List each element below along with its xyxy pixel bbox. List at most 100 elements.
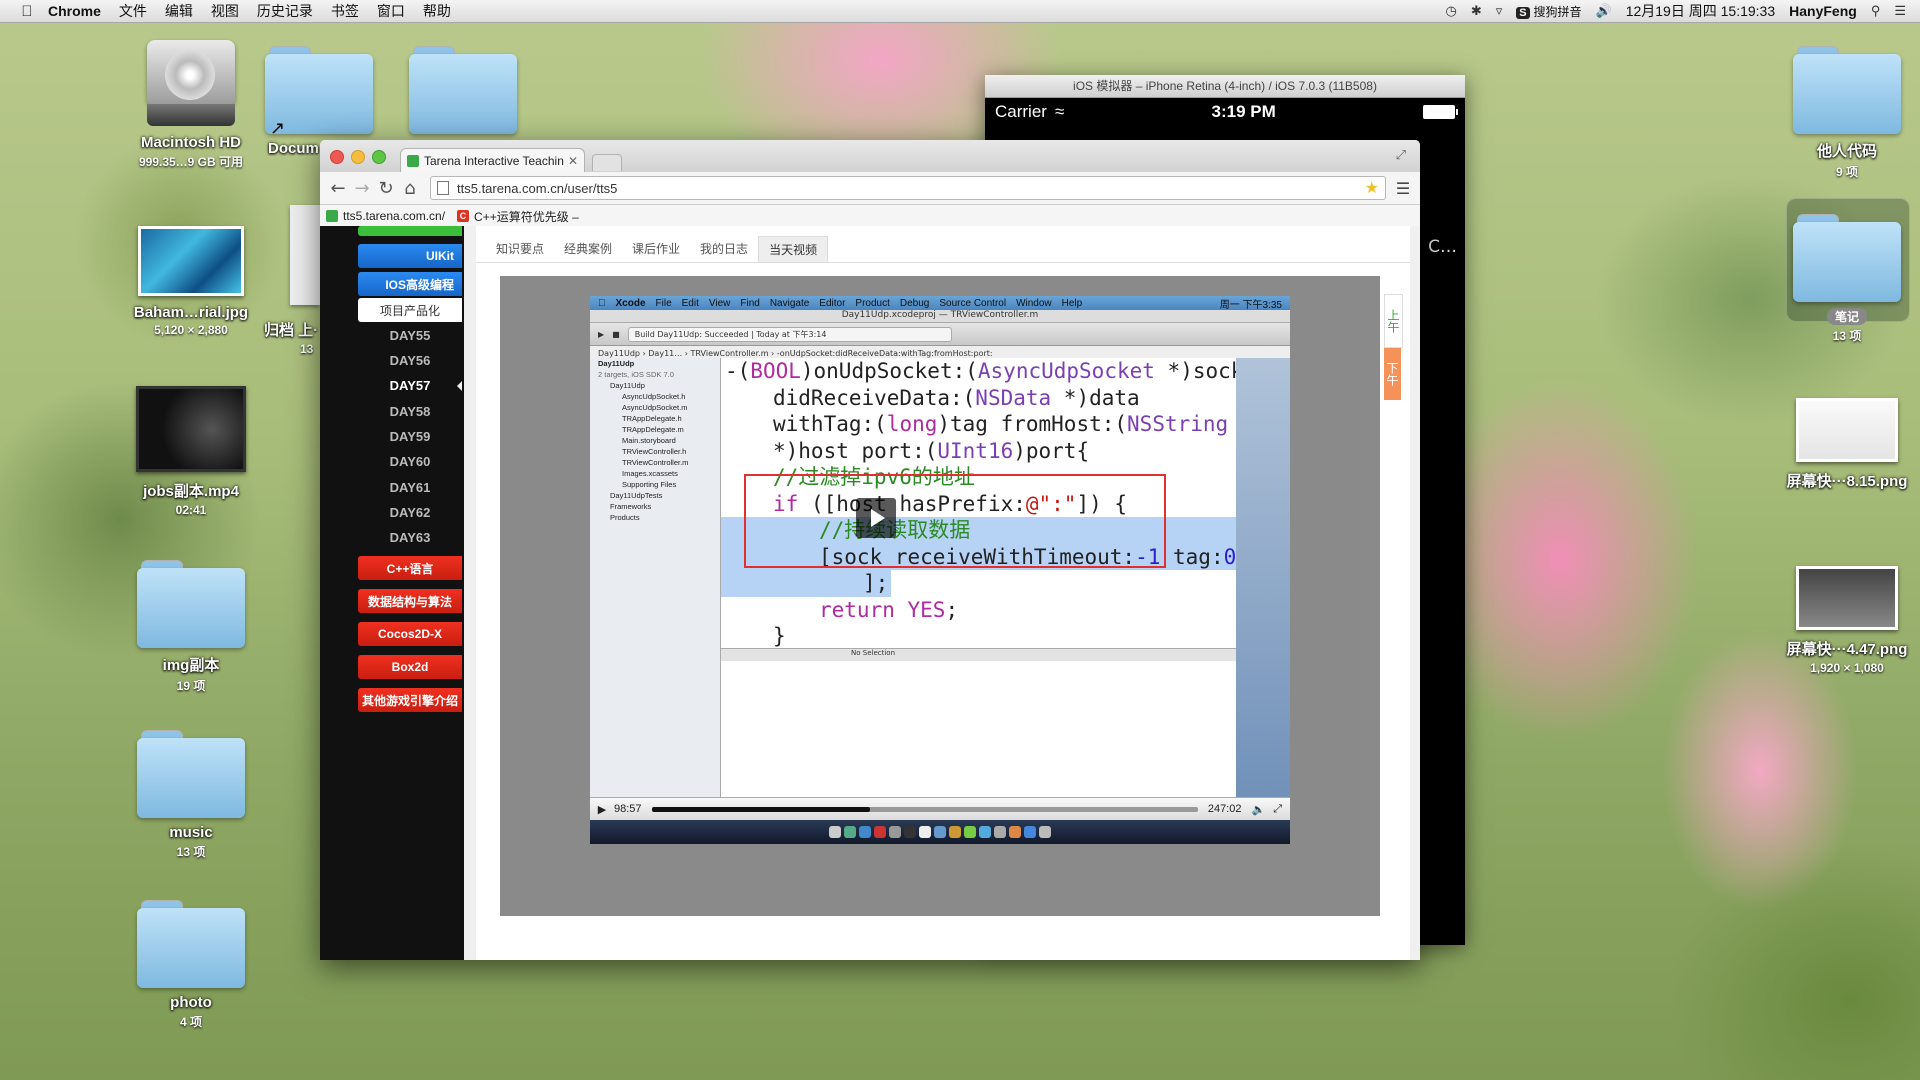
video-debug-bar: No Selection xyxy=(721,648,1236,661)
home-button[interactable]: ⌂ xyxy=(398,178,422,199)
bookmarks-bar: tts5.tarena.com.cn/ C C++运算符优先级 – xyxy=(320,205,1420,228)
menu-help[interactable]: 帮助 xyxy=(423,1,451,21)
sidebar-button-data-structures[interactable]: 数据结构与算法 xyxy=(358,589,462,613)
app-menu[interactable]: Chrome xyxy=(48,3,101,19)
desktop-icon-others-code[interactable]: 他人代码 9 项 xyxy=(1782,46,1912,180)
video-controls: ▶ 98:57 247:02 🔈 ⤢ xyxy=(590,797,1290,820)
play-pause-icon[interactable]: ▶ xyxy=(590,803,614,816)
afternoon-toggle[interactable]: 下午 xyxy=(1384,348,1401,400)
sidebar-button-cocos2d[interactable]: Cocos2D-X xyxy=(358,622,462,646)
desktop-icon-label: jobs副本.mp4 xyxy=(143,483,239,500)
reload-button[interactable]: ↻ xyxy=(374,178,398,199)
close-tab-icon[interactable]: ✕ xyxy=(568,154,578,168)
menu-view[interactable]: 视图 xyxy=(211,1,239,21)
desktop-icon-screenshot-2[interactable]: 屏幕快···4.47.png 1,920 × 1,080 xyxy=(1782,566,1912,675)
desktop-icon-folder[interactable] xyxy=(408,46,518,140)
apple-menu-icon[interactable]:  xyxy=(18,2,36,20)
sidebar-button-other-engines[interactable]: 其他游戏引擎介绍 xyxy=(358,688,462,712)
sidebar-button-productization[interactable]: 项目产品化 xyxy=(358,298,462,322)
video-area:  Xcode File Edit View Find Navigate Edi… xyxy=(500,276,1380,916)
desktop-icon-screenshot-1[interactable]: 屏幕快···8.15.png xyxy=(1782,398,1912,491)
sidebar-day-56[interactable]: DAY56 xyxy=(358,353,462,368)
sidebar-day-57[interactable]: DAY57 xyxy=(358,378,462,393)
video-progress-bar[interactable] xyxy=(651,806,1198,812)
desktop-icon-music[interactable]: music 13 项 xyxy=(126,730,256,860)
url-text: tts5.tarena.com.cn/user/tts5 xyxy=(457,180,618,196)
tab-my-log[interactable]: 我的日志 xyxy=(690,236,758,262)
chrome-menu-icon[interactable]: ☰ xyxy=(1392,179,1414,198)
folder-icon xyxy=(137,560,245,648)
sidebar-day-62[interactable]: DAY62 xyxy=(358,505,462,520)
desktop-icon-label: photo xyxy=(170,994,212,1011)
time-machine-icon[interactable]: ◷ xyxy=(1445,3,1456,19)
notification-center-icon[interactable]: ☰ xyxy=(1894,3,1906,19)
menu-edit[interactable]: 编辑 xyxy=(165,1,193,21)
ios-wifi-icon: ≈ xyxy=(1054,102,1065,121)
browser-toolbar: ← → ↻ ⌂ tts5.tarena.com.cn/user/tts5 ★ ☰ xyxy=(320,172,1420,205)
sidebar-day-58[interactable]: DAY58 xyxy=(358,404,462,419)
menu-bookmarks[interactable]: 书签 xyxy=(331,1,359,21)
menu-window[interactable]: 窗口 xyxy=(377,1,405,21)
menubar-clock[interactable]: 12月19日 周四 15:19:33 xyxy=(1626,1,1775,21)
bookmark-cpp-operators[interactable]: C C++运算符优先级 – xyxy=(457,208,579,225)
desktop-icon-bahamas-jpg[interactable]: Baham…rial.jpg 5,120 × 2,880 xyxy=(126,226,256,337)
sidebar-button-ios-advanced[interactable]: IOS高级编程 xyxy=(358,272,462,296)
sidebar-day-55[interactable]: DAY55 xyxy=(358,328,462,343)
menu-file[interactable]: 文件 xyxy=(119,1,147,21)
tab-daily-video[interactable]: 当天视频 xyxy=(758,236,829,262)
menu-history[interactable]: 历史记录 xyxy=(257,1,313,21)
spotlight-search-icon[interactable]: ⚲ xyxy=(1871,3,1881,19)
video-thumbnail-icon xyxy=(136,386,246,472)
tab-homework[interactable]: 课后作业 xyxy=(622,236,690,262)
ime-indicator[interactable]: S 搜狗拼音 xyxy=(1516,3,1582,20)
tab-key-points[interactable]: 知识要点 xyxy=(486,236,554,262)
desktop-icon-sub: 13 项 xyxy=(1832,329,1862,343)
bookmark-tts5[interactable]: tts5.tarena.com.cn/ xyxy=(326,209,445,223)
page-icon xyxy=(437,181,449,195)
sidebar-button-box2d[interactable]: Box2d xyxy=(358,655,462,679)
desktop-icon-macintosh-hd[interactable]: Macintosh HD 999.35…9 GB 可用 xyxy=(126,34,256,170)
fullscreen-icon[interactable]: ⤢ xyxy=(1273,803,1282,816)
tab-classic-cases[interactable]: 经典案例 xyxy=(554,236,622,262)
back-button[interactable]: ← xyxy=(326,178,350,199)
desktop-icon-archive[interactable]: 归档 上· 13 xyxy=(256,205,326,356)
forward-button[interactable]: → xyxy=(350,178,374,199)
course-sidebar: UIKit IOS高级编程 项目产品化 DAY55 DAY56 DAY57 DA… xyxy=(320,226,464,960)
folder-icon xyxy=(409,46,517,134)
video-player[interactable]:  Xcode File Edit View Find Navigate Edi… xyxy=(590,296,1290,844)
page-content: UIKit IOS高级编程 项目产品化 DAY55 DAY56 DAY57 DA… xyxy=(320,226,1420,960)
bluetooth-icon[interactable]: ✱ xyxy=(1471,3,1482,19)
menubar-user[interactable]: HanyFeng xyxy=(1789,3,1857,19)
tarena-favicon-icon xyxy=(407,154,419,167)
bookmark-star-icon[interactable]: ★ xyxy=(1365,178,1379,198)
chrome-window: Tarena Interactive Teachin ✕ ⤢ ← → ↻ ⌂ t… xyxy=(320,140,1420,960)
sidebar-day-60[interactable]: DAY60 xyxy=(358,454,462,469)
desktop-icon-label: 笔记 xyxy=(1826,308,1867,325)
tab-title: Tarena Interactive Teachin xyxy=(424,153,564,168)
wifi-icon[interactable]: ▿ xyxy=(1496,3,1503,19)
sidebar-day-59[interactable]: DAY59 xyxy=(358,429,462,444)
sidebar-day-63[interactable]: DAY63 xyxy=(358,530,462,545)
play-overlay-button[interactable] xyxy=(856,498,896,538)
sidebar-button-cut-off[interactable] xyxy=(358,226,462,236)
address-bar[interactable]: tts5.tarena.com.cn/user/tts5 ★ xyxy=(430,176,1386,200)
zoom-window-button[interactable] xyxy=(372,150,386,164)
minimize-window-button[interactable] xyxy=(351,150,365,164)
sidebar-day-61[interactable]: DAY61 xyxy=(358,480,462,495)
sidebar-button-cpp[interactable]: C++语言 xyxy=(358,556,462,580)
desktop-icon-label: 归档 上· xyxy=(264,322,319,339)
volume-icon[interactable]: 🔊 xyxy=(1596,3,1612,19)
volume-icon[interactable]: 🔈 xyxy=(1251,803,1265,816)
fullscreen-icon[interactable]: ⤢ xyxy=(1396,148,1406,163)
desktop-icon-photo[interactable]: photo 4 项 xyxy=(126,900,256,1030)
desktop-icon-label: music xyxy=(169,824,213,841)
sidebar-button-uikit[interactable]: UIKit xyxy=(358,244,462,268)
desktop-icon-jobs-mp4[interactable]: jobs副本.mp4 02:41 xyxy=(126,386,256,517)
close-window-button[interactable] xyxy=(330,150,344,164)
new-tab-button[interactable] xyxy=(592,154,622,171)
desktop-icon-img-copy[interactable]: img副本 19 项 xyxy=(126,560,256,694)
desktop-icon-label: 屏幕快···4.47.png xyxy=(1786,641,1908,658)
desktop-icon-notes[interactable]: 笔记 13 项 xyxy=(1782,214,1912,344)
morning-toggle[interactable]: 上午 xyxy=(1384,294,1403,348)
browser-tab[interactable]: Tarena Interactive Teachin ✕ xyxy=(400,148,585,172)
